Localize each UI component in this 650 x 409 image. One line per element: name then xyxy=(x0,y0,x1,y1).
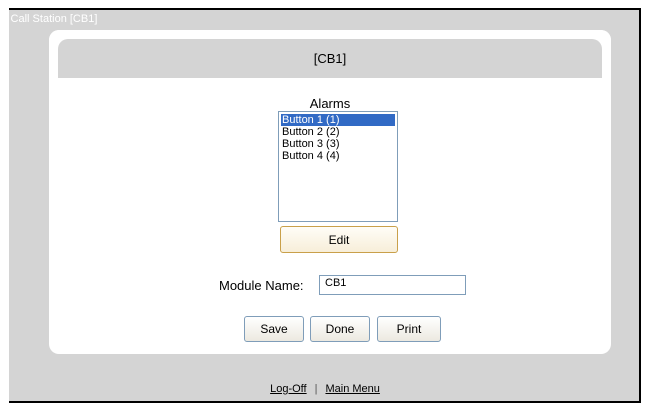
alarms-listbox[interactable]: Button 1 (1) Button 2 (2) Button 3 (3) B… xyxy=(278,111,398,222)
panel-header: [CB1] xyxy=(58,39,602,78)
main-menu-link[interactable]: Main Menu xyxy=(325,383,379,395)
done-button[interactable]: Done xyxy=(310,316,370,342)
alarm-item-1[interactable]: Button 1 (1) xyxy=(281,114,395,126)
print-button[interactable]: Print xyxy=(377,316,441,342)
module-name-row: Module Name: xyxy=(49,275,611,295)
alarm-item-3[interactable]: Button 3 (3) xyxy=(281,138,395,150)
window-title: it Call Station [CB1] xyxy=(2,13,98,25)
logoff-link[interactable]: Log-Off xyxy=(270,383,307,395)
main-panel: [CB1] Alarms Button 1 (1) Button 2 (2) B… xyxy=(49,30,611,354)
module-name-input[interactable] xyxy=(319,275,466,295)
save-button[interactable]: Save xyxy=(244,316,304,342)
module-name-label: Module Name: xyxy=(219,278,304,293)
app-frame: it Call Station [CB1] [CB1] Alarms Butto… xyxy=(2,8,641,403)
alarm-item-2[interactable]: Button 2 (2) xyxy=(281,126,395,138)
edit-button[interactable]: Edit xyxy=(280,226,398,253)
alarm-item-4[interactable]: Button 4 (4) xyxy=(281,150,395,162)
footer-links: Log-Off | Main Menu xyxy=(9,383,641,395)
footer-separator: | xyxy=(314,383,318,395)
alarms-label: Alarms xyxy=(309,96,351,111)
